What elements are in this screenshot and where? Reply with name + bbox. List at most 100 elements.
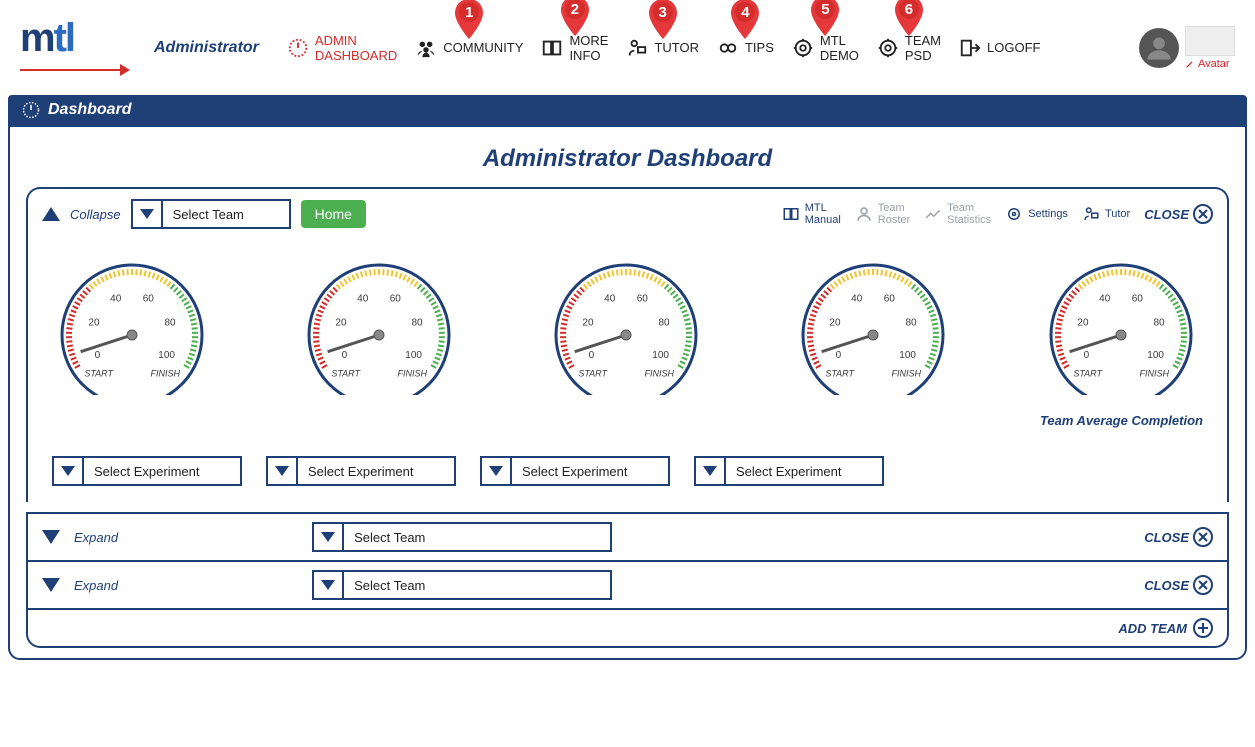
svg-text:80: 80	[411, 318, 423, 329]
gauge-column-1: 020406080100STARTFINISH	[52, 255, 212, 395]
nav-mtl-demo[interactable]: 5MTLDEMO	[792, 34, 859, 62]
svg-text:FINISH: FINISH	[645, 369, 675, 379]
callout-pin-4: 4	[728, 0, 762, 41]
page-title: Administrator Dashboard	[26, 145, 1229, 173]
svg-text:FINISH: FINISH	[892, 369, 922, 379]
svg-text:20: 20	[1078, 318, 1090, 329]
row-select-team[interactable]: Select Team	[312, 522, 612, 552]
gauge-column-2: 020406080100STARTFINISH	[299, 255, 459, 395]
nav-team-psd[interactable]: 6TEAMPSD	[877, 34, 941, 62]
team-roster-icon	[855, 205, 873, 223]
svg-text:100: 100	[405, 350, 422, 361]
progress-gauge: 020406080100STARTFINISH	[52, 255, 212, 395]
settings-icon	[1005, 205, 1023, 223]
svg-text:40: 40	[851, 293, 863, 304]
svg-text:START: START	[578, 369, 608, 379]
expand-toggle[interactable]	[42, 578, 60, 592]
svg-text:60: 60	[1132, 293, 1144, 304]
svg-text:60: 60	[637, 293, 649, 304]
svg-text:START: START	[1074, 369, 1104, 379]
select-experiment-4[interactable]: Select Experiment	[694, 456, 884, 486]
svg-text:80: 80	[658, 318, 670, 329]
dashboard-panel: Administrator Dashboard Collapse Select …	[8, 125, 1247, 660]
callout-pin-5: 5	[808, 0, 842, 38]
team-statistics-icon	[924, 205, 942, 223]
gauges-row: 0 20 40 60 80 100 START FINISH 0 20 40 60 80 100 START…	[42, 255, 1213, 428]
svg-text:80: 80	[1154, 318, 1166, 329]
svg-text:0: 0	[1084, 350, 1090, 361]
role-label: Administrator	[154, 39, 259, 57]
expand-toggle[interactable]	[42, 530, 60, 544]
select-team-dropdown[interactable]: Select Team	[131, 199, 291, 229]
svg-text:20: 20	[829, 318, 841, 329]
tool-tutor[interactable]: Tutor	[1082, 205, 1130, 223]
svg-text:20: 20	[582, 318, 594, 329]
svg-text:60: 60	[143, 293, 155, 304]
select-experiment-2[interactable]: Select Experiment	[266, 456, 456, 486]
gauge-column-4: 020406080100STARTFINISH	[793, 255, 953, 395]
svg-text:START: START	[331, 369, 361, 379]
gauge-column-5: 020406080100STARTFINISHTeam Average Comp…	[1040, 255, 1203, 428]
nav-logoff[interactable]: LOGOFF	[959, 37, 1040, 59]
close-row[interactable]: CLOSE	[1144, 575, 1213, 595]
svg-text:60: 60	[390, 293, 402, 304]
add-team-button[interactable]: ADD TEAM	[26, 610, 1229, 648]
progress-gauge: 020406080100STARTFINISH	[299, 255, 459, 395]
dashboard-title-strip: Dashboard	[8, 95, 1247, 125]
svg-text:20: 20	[335, 318, 347, 329]
avatar-edit-link[interactable]: Avatar	[1185, 58, 1235, 70]
team-card-toolbar: MTLManualTeamRosterTeamStatisticsSetting…	[782, 203, 1213, 226]
callout-pin-6: 6	[892, 0, 926, 38]
team-card-expanded: Collapse Select Team Home MTLManualTeamR…	[26, 187, 1229, 502]
nav-tips[interactable]: 4TIPS	[717, 37, 774, 59]
tutor-icon	[1082, 205, 1100, 223]
tool-team-roster: TeamRoster	[855, 203, 910, 226]
nav-community[interactable]: 1COMMUNITY	[415, 37, 523, 59]
main-nav: ADMINDASHBOARD 1COMMUNITY 2MOREINFO 3TUTOR 4…	[287, 34, 1041, 62]
progress-gauge: 0 20 40 60 80 100 START FINISH	[546, 255, 706, 395]
select-experiment-1[interactable]: Select Experiment	[52, 456, 242, 486]
nav-admin-dashboard[interactable]: ADMINDASHBOARD	[287, 34, 397, 62]
svg-text:0: 0	[342, 350, 348, 361]
logo: mtl	[20, 16, 130, 79]
svg-text:FINISH: FINISH	[1140, 369, 1170, 379]
dashboard-icon	[22, 101, 40, 119]
svg-text:40: 40	[604, 293, 616, 304]
svg-text:100: 100	[899, 350, 916, 361]
strip-title: Dashboard	[48, 101, 132, 119]
svg-text:0: 0	[589, 350, 595, 361]
svg-text:40: 40	[1100, 293, 1112, 304]
svg-text:START: START	[825, 369, 855, 379]
svg-text:0: 0	[836, 350, 842, 361]
team-psd-icon	[877, 37, 899, 59]
svg-text:40: 40	[357, 293, 369, 304]
logoff-icon	[959, 37, 981, 59]
more-info-icon	[541, 37, 563, 59]
mtl-manual-icon	[782, 205, 800, 223]
svg-text:100: 100	[652, 350, 669, 361]
svg-text:40: 40	[110, 293, 122, 304]
row-select-team[interactable]: Select Team	[312, 570, 612, 600]
pencil-icon	[1185, 59, 1195, 69]
svg-text:20: 20	[88, 318, 100, 329]
gauge-column-3: 0 20 40 60 80 100 START FINISH	[546, 255, 706, 395]
avatar-icon[interactable]	[1139, 28, 1179, 68]
collapsed-teams-stack: ExpandSelect TeamCLOSEExpandSelect TeamC…	[26, 512, 1229, 648]
tool-mtl-manual[interactable]: MTLManual	[782, 203, 841, 226]
logo-arrow-icon	[20, 61, 130, 79]
select-experiment-3[interactable]: Select Experiment	[480, 456, 670, 486]
nav-more-info[interactable]: 2MOREINFO	[541, 34, 608, 62]
close-team-card[interactable]: CLOSE	[1144, 204, 1213, 224]
svg-text:FINISH: FINISH	[151, 369, 181, 379]
collapse-toggle[interactable]	[42, 207, 60, 221]
home-button[interactable]: Home	[301, 200, 366, 228]
svg-text:100: 100	[1148, 350, 1165, 361]
svg-text:100: 100	[158, 350, 175, 361]
expand-label: Expand	[74, 530, 118, 545]
progress-gauge: 020406080100STARTFINISH	[793, 255, 953, 395]
tool-settings[interactable]: Settings	[1005, 205, 1068, 223]
nav-tutor[interactable]: 3TUTOR	[626, 37, 699, 59]
experiment-selectors-row: Select Experiment Select Experiment Select…	[42, 456, 1213, 486]
svg-text:80: 80	[164, 318, 176, 329]
close-row[interactable]: CLOSE	[1144, 527, 1213, 547]
